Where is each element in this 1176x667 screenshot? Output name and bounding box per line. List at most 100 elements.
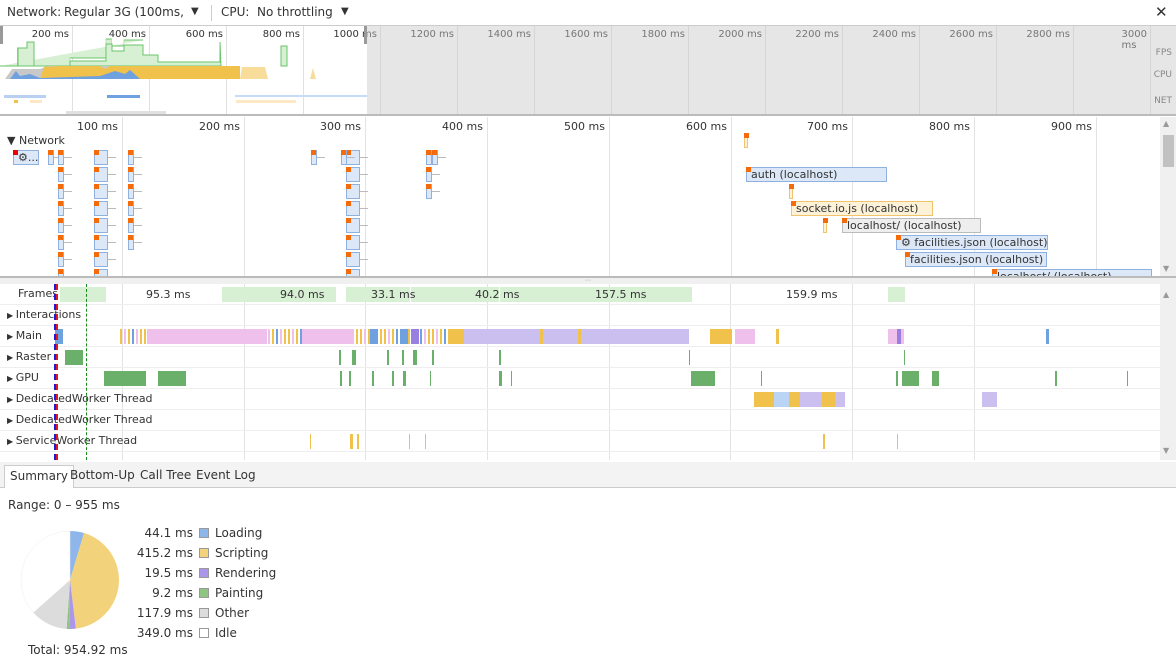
overview-left-handle[interactable] xyxy=(0,26,3,44)
task-block[interactable] xyxy=(124,329,126,344)
task-block[interactable] xyxy=(392,371,394,386)
task-block[interactable] xyxy=(1055,371,1057,386)
cpu-throttle-select[interactable]: No throttling xyxy=(257,5,333,19)
chevron-down-icon[interactable]: ▼ xyxy=(191,6,199,17)
task-block[interactable] xyxy=(413,350,417,365)
task-block[interactable] xyxy=(464,329,689,344)
timeline-overview[interactable]: 200 ms 400 ms 600 ms 800 ms 1000 ms 1200 ms 14… xyxy=(0,26,1176,116)
task-block[interactable] xyxy=(578,329,581,344)
request-bar[interactable]: localhost/ (localhost) xyxy=(842,218,981,233)
scroll-up-icon[interactable]: ▲ xyxy=(1163,119,1169,128)
task-block[interactable] xyxy=(360,329,362,344)
task-block[interactable] xyxy=(356,329,358,344)
request-bar[interactable] xyxy=(94,150,108,165)
track-label[interactable]: ▶ DedicatedWorker Thread xyxy=(7,392,153,405)
network-track[interactable]: 100 ms 200 ms 300 ms 400 ms 500 ms 600 ms 700 … xyxy=(0,117,1176,278)
task-block[interactable] xyxy=(499,371,502,386)
track-row[interactable]: ▶ DedicatedWorker Thread xyxy=(0,410,1160,431)
request-bar[interactable] xyxy=(346,218,360,233)
task-block[interactable] xyxy=(284,329,286,344)
request-bar[interactable] xyxy=(58,269,64,276)
task-block[interactable] xyxy=(776,329,779,344)
task-block[interactable] xyxy=(897,329,901,344)
task-block[interactable] xyxy=(835,392,845,407)
request-bar[interactable] xyxy=(346,269,360,276)
track-label[interactable]: ▶ DedicatedWorker Thread xyxy=(7,413,153,426)
task-block[interactable] xyxy=(432,350,434,365)
network-header[interactable]: ▼ Network xyxy=(7,134,65,147)
track-row[interactable]: ▶ ServiceWorker Thread xyxy=(0,431,1160,452)
task-block[interactable] xyxy=(268,329,270,344)
task-block[interactable] xyxy=(420,329,422,344)
task-block[interactable] xyxy=(140,329,142,344)
network-scrollbar[interactable]: ▲ ▼ xyxy=(1160,117,1176,276)
task-block[interactable] xyxy=(789,392,800,407)
request-bar[interactable] xyxy=(94,167,108,182)
task-block[interactable] xyxy=(387,350,389,365)
task-block[interactable] xyxy=(440,329,442,344)
task-block[interactable] xyxy=(147,329,267,344)
flame-scrollbar[interactable]: ▲ ▼ xyxy=(1160,284,1176,460)
task-block[interactable] xyxy=(436,329,438,344)
task-block[interactable] xyxy=(288,329,290,344)
tab-bottom-up[interactable]: Bottom-Up xyxy=(65,465,140,488)
task-block[interactable] xyxy=(364,329,366,344)
overview-right-handle[interactable] xyxy=(364,26,367,44)
request-bar[interactable] xyxy=(789,184,794,199)
request-bar[interactable] xyxy=(346,167,360,182)
track-label[interactable]: ▶ ServiceWorker Thread xyxy=(7,434,137,447)
scroll-down-icon[interactable]: ▼ xyxy=(1163,264,1169,273)
task-block[interactable] xyxy=(408,329,410,344)
scroll-down-icon[interactable]: ▼ xyxy=(1163,446,1169,455)
frame-bar[interactable] xyxy=(888,287,905,302)
task-block[interactable] xyxy=(65,350,83,365)
task-block[interactable] xyxy=(691,371,715,386)
task-block[interactable] xyxy=(409,434,410,449)
task-block[interactable] xyxy=(888,329,904,344)
task-block[interactable] xyxy=(396,329,398,344)
track-label[interactable]: ▶ GPU xyxy=(7,371,39,384)
task-block[interactable] xyxy=(370,329,378,344)
task-block[interactable] xyxy=(292,329,294,344)
task-block[interactable] xyxy=(403,371,406,386)
flame-chart[interactable]: Frames 95.3 ms 94.0 ms 33.1 ms 40.2 ms 157.5… xyxy=(0,284,1176,460)
request-bar[interactable] xyxy=(94,235,108,250)
request-bar[interactable] xyxy=(346,184,360,199)
task-block[interactable] xyxy=(350,434,353,449)
request-bar[interactable] xyxy=(346,201,360,216)
task-block[interactable] xyxy=(302,329,352,344)
tab-event-log[interactable]: Event Log xyxy=(191,465,261,488)
task-block[interactable] xyxy=(132,329,134,344)
frame-bar[interactable] xyxy=(60,287,106,302)
task-block[interactable] xyxy=(158,371,186,386)
task-block[interactable] xyxy=(800,392,822,407)
task-block[interactable] xyxy=(104,371,146,386)
track-label[interactable]: ▶ Interactions xyxy=(7,308,81,321)
task-block[interactable] xyxy=(276,329,278,344)
scroll-up-icon[interactable]: ▲ xyxy=(1163,290,1169,299)
task-block[interactable] xyxy=(540,329,543,344)
scroll-thumb[interactable] xyxy=(1163,135,1174,167)
task-block[interactable] xyxy=(430,371,431,386)
task-block[interactable] xyxy=(1127,371,1128,386)
task-block[interactable] xyxy=(120,329,122,344)
request-bar[interactable] xyxy=(346,235,360,250)
task-block[interactable] xyxy=(444,329,446,344)
task-block[interactable] xyxy=(357,434,359,449)
tab-call-tree[interactable]: Call Tree xyxy=(135,465,196,488)
task-block[interactable] xyxy=(128,329,130,344)
task-block[interactable] xyxy=(499,350,501,365)
task-block[interactable] xyxy=(511,371,512,386)
task-block[interactable] xyxy=(272,329,274,344)
request-bar[interactable]: localhost/ (localhost) xyxy=(992,269,1152,276)
task-block[interactable] xyxy=(902,371,919,386)
network-throttle-select[interactable]: Regular 3G (100ms, 750 xyxy=(64,5,188,19)
request-bar[interactable]: ⚙ facilities.json (localhost) xyxy=(896,235,1048,250)
task-block[interactable] xyxy=(689,350,690,365)
task-block[interactable] xyxy=(411,329,419,344)
request-bar[interactable] xyxy=(346,252,360,267)
task-block[interactable] xyxy=(340,371,342,386)
task-block[interactable] xyxy=(136,329,138,344)
task-block[interactable] xyxy=(310,434,311,449)
task-block[interactable] xyxy=(349,371,351,386)
